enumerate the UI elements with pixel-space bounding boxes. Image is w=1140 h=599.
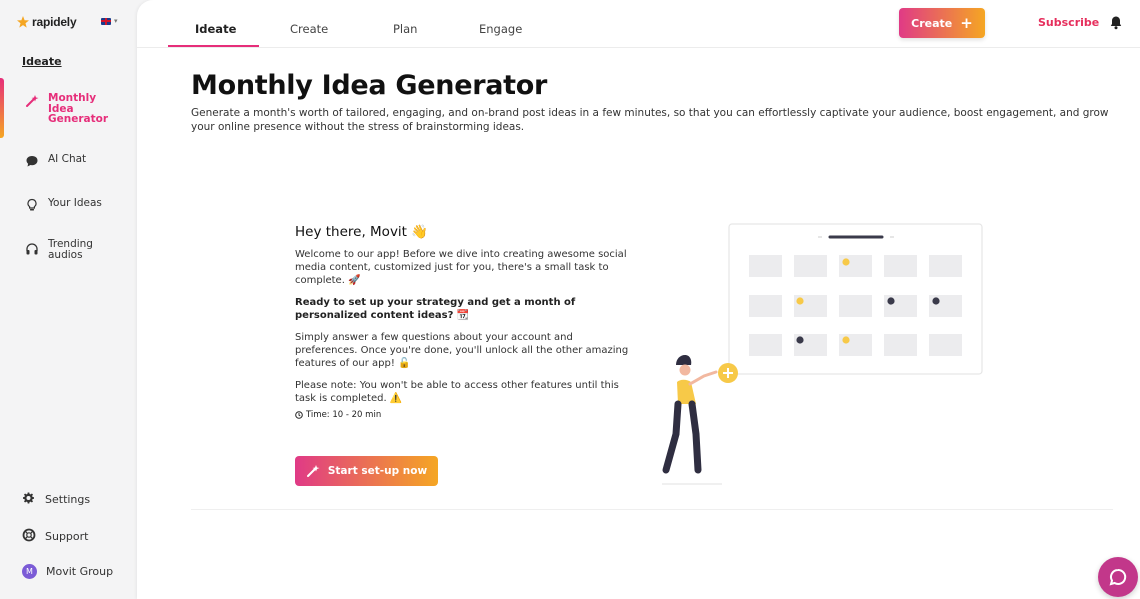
tab-create[interactable]: Create	[290, 22, 328, 36]
magic-wand-icon	[25, 94, 39, 108]
chat-support-button[interactable]	[1098, 557, 1138, 597]
bell-icon[interactable]	[1109, 15, 1123, 30]
answer-text: Simply answer a few questions about your…	[295, 332, 629, 369]
time-text: Time: 10 - 20 min	[306, 410, 382, 420]
page-title: Monthly Idea Generator	[191, 70, 548, 101]
uk-flag-icon	[101, 17, 111, 25]
lifebuoy-icon	[22, 528, 36, 545]
language-selector[interactable]: ▾	[101, 17, 118, 25]
sidebar-item-label: Movit Group	[46, 565, 114, 578]
create-button-label: Create	[911, 16, 953, 30]
note-text: Please note: You won't be able to access…	[295, 380, 619, 404]
welcome-card: Hey there, Movit 👋 Welcome to our app! B…	[295, 224, 635, 420]
sidebar-item-monthly-idea-generator[interactable]: Monthly Idea Generator	[0, 93, 137, 125]
start-setup-button[interactable]: Start set-up now	[295, 456, 438, 486]
sidebar-item-label: Your Ideas	[48, 197, 102, 209]
start-setup-label: Start set-up now	[327, 465, 428, 477]
logo-mark-icon	[17, 16, 29, 28]
sidebar-item-ai-chat[interactable]: AI Chat	[0, 153, 137, 168]
calendar-illustration	[662, 223, 983, 485]
sidebar: rapidely ▾ Ideate Monthly Idea Generator…	[0, 0, 137, 599]
gear-icon	[22, 491, 36, 508]
headphones-icon	[25, 242, 39, 256]
section-divider	[191, 509, 1113, 510]
plus-icon: +	[960, 14, 973, 32]
time-estimate: Time: 10 - 20 min	[295, 410, 635, 420]
sidebar-item-trending-audios[interactable]: Trending audios	[0, 239, 137, 260]
chevron-down-icon: ▾	[114, 17, 118, 25]
sidebar-section-title[interactable]: Ideate	[22, 55, 62, 68]
tab-ideate[interactable]: Ideate	[195, 22, 236, 36]
sidebar-item-label: AI Chat	[48, 153, 87, 165]
sidebar-item-settings[interactable]: Settings	[0, 491, 137, 508]
active-tab-underline	[168, 45, 259, 47]
tab-engage[interactable]: Engage	[479, 22, 522, 36]
page-description: Generate a month's worth of tailored, en…	[191, 107, 1109, 133]
subscribe-link[interactable]: Subscribe	[1038, 16, 1099, 29]
tab-plan[interactable]: Plan	[393, 22, 417, 36]
clock-icon	[295, 411, 303, 419]
create-button[interactable]: Create +	[899, 8, 985, 38]
sidebar-item-label: Monthly Idea Generator	[48, 92, 109, 125]
chat-icon	[1109, 568, 1127, 586]
sidebar-item-label: Trending audios	[48, 238, 93, 261]
app-logo[interactable]: rapidely	[16, 15, 77, 29]
top-navigation: Ideate Create Plan Engage Create + Subsc…	[137, 0, 1140, 48]
sidebar-item-label: Support	[45, 530, 89, 543]
avatar: M	[22, 564, 37, 579]
sidebar-item-your-ideas[interactable]: Your Ideas	[0, 197, 137, 212]
greeting: Hey there, Movit 👋	[295, 224, 429, 240]
sidebar-item-support[interactable]: Support	[0, 528, 137, 545]
welcome-text: Welcome to our app! Before we dive into …	[295, 249, 627, 286]
ready-text: Ready to set up your strategy and get a …	[295, 297, 576, 321]
main-panel: Ideate Create Plan Engage Create + Subsc…	[137, 0, 1140, 599]
logo-text: rapidely	[32, 15, 77, 29]
chat-bubble-icon	[25, 154, 39, 168]
magic-wand-icon	[306, 465, 320, 477]
sidebar-item-account[interactable]: M Movit Group	[0, 564, 137, 579]
sidebar-item-label: Settings	[45, 493, 91, 506]
lightbulb-icon	[25, 198, 39, 212]
